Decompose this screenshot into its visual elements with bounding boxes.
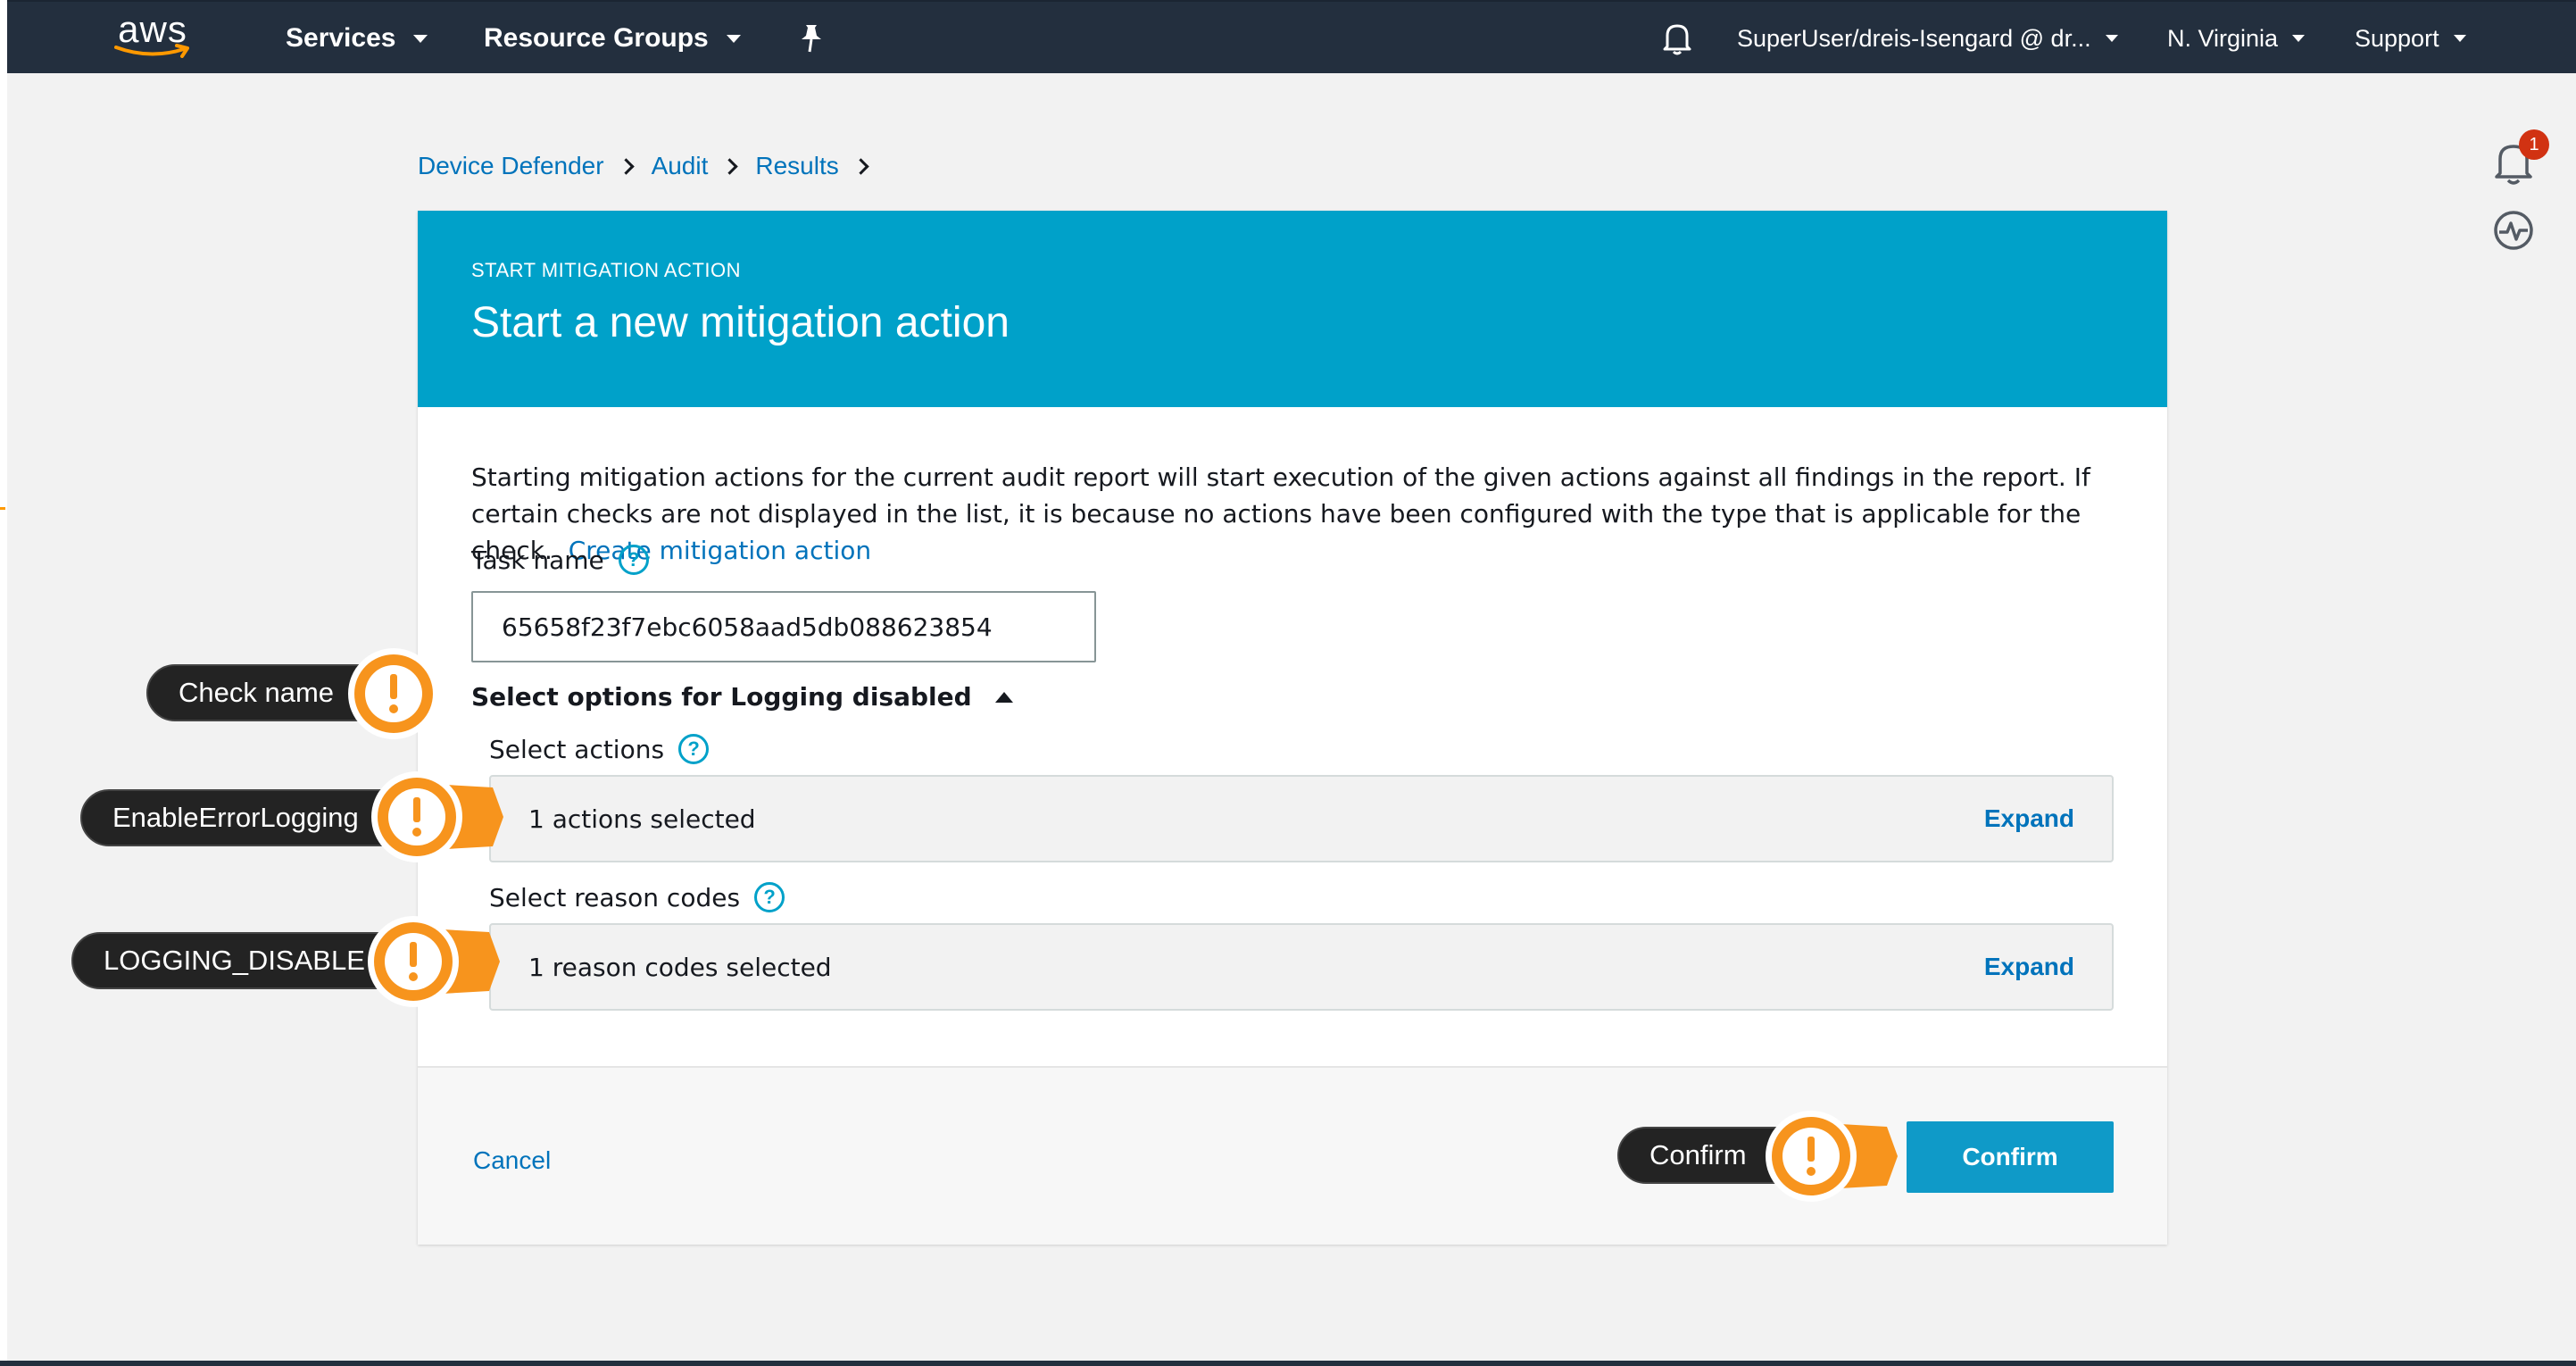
- chevron-right-icon: [852, 157, 869, 175]
- select-reason-codes-label: Select reason codes ?: [489, 882, 785, 912]
- aws-logo[interactable]: aws: [114, 2, 191, 75]
- support-menu[interactable]: Support: [2355, 2, 2466, 75]
- mitigation-card: START MITIGATION ACTION Start a new miti…: [418, 211, 2167, 1245]
- chevron-down-icon: [2105, 35, 2118, 42]
- bell-icon[interactable]: [1662, 2, 1692, 75]
- actions-summary: 1 actions selected: [528, 804, 756, 834]
- expand-reason-codes-button[interactable]: Expand: [1984, 953, 2074, 981]
- help-icon[interactable]: ?: [618, 545, 649, 575]
- services-menu[interactable]: Services: [286, 2, 428, 75]
- exclamation-pointer-icon: [1766, 1111, 1898, 1202]
- exclamation-icon: [348, 648, 439, 739]
- edge-marker: [0, 507, 5, 510]
- card-eyebrow: START MITIGATION ACTION: [471, 259, 742, 281]
- chevron-right-icon: [617, 157, 635, 175]
- caret-up-icon: [994, 691, 1013, 703]
- chevron-down-icon: [726, 34, 741, 43]
- breadcrumb-results[interactable]: Results: [755, 152, 838, 180]
- confirm-button[interactable]: Confirm: [1907, 1121, 2114, 1193]
- chevron-down-icon: [2292, 35, 2306, 42]
- exclamation-pointer-icon: [368, 916, 500, 1007]
- logging-options-toggle[interactable]: Select options for Logging disabled: [471, 682, 1013, 712]
- description: Starting mitigation actions for the curr…: [471, 459, 2131, 569]
- task-name-label: Task name ?: [471, 545, 649, 575]
- card-header: START MITIGATION ACTION Start a new miti…: [418, 211, 2167, 407]
- breadcrumb: Device Defender Audit Results: [418, 148, 886, 184]
- region-menu[interactable]: N. Virginia: [2167, 2, 2306, 75]
- bottom-bar: [0, 1361, 2576, 1366]
- pin-icon[interactable]: [798, 2, 825, 75]
- help-icon[interactable]: ?: [678, 734, 710, 764]
- chevron-down-icon: [413, 34, 428, 43]
- chevron-down-icon: [2453, 35, 2466, 42]
- card-footer: Cancel Confirm: [418, 1066, 2167, 1245]
- account-menu[interactable]: SuperUser/dreis-Isengard @ dr...: [1737, 2, 2118, 75]
- resource-groups-menu[interactable]: Resource Groups: [484, 2, 741, 75]
- exclamation-pointer-icon: [371, 771, 503, 862]
- help-icon[interactable]: ?: [754, 882, 785, 912]
- breadcrumb-device-defender[interactable]: Device Defender: [418, 152, 604, 180]
- page-title: Start a new mitigation action: [471, 299, 1010, 346]
- task-name-input[interactable]: [471, 591, 1096, 662]
- actions-selector[interactable]: 1 actions selected Expand: [489, 775, 2114, 862]
- cancel-link[interactable]: Cancel: [473, 1146, 551, 1175]
- left-edge: [0, 0, 7, 1366]
- notification-count-badge: 1: [2519, 129, 2549, 160]
- chevron-right-icon: [721, 157, 739, 175]
- aws-smile-icon: [114, 44, 189, 58]
- reason-codes-summary: 1 reason codes selected: [528, 952, 832, 982]
- select-actions-label: Select actions ?: [489, 734, 710, 764]
- top-navigation: aws Services Resource Groups SuperUser/d…: [7, 0, 2576, 73]
- expand-actions-button[interactable]: Expand: [1984, 804, 2074, 833]
- breadcrumb-audit[interactable]: Audit: [652, 152, 709, 180]
- activity-icon[interactable]: [2492, 209, 2535, 252]
- reason-codes-selector[interactable]: 1 reason codes selected Expand: [489, 923, 2114, 1011]
